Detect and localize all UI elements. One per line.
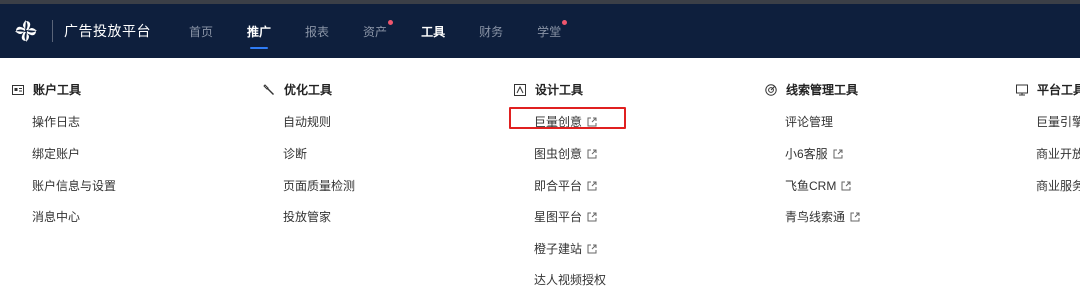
- menu-item-account-settings[interactable]: 账户信息与设置: [32, 177, 116, 194]
- nav-tab-finance[interactable]: 财务: [479, 4, 503, 58]
- menu-item-feiyu-crm[interactable]: 飞鱼CRM: [785, 177, 851, 194]
- notification-dot: [388, 20, 394, 25]
- nav-tab-label: 财务: [479, 24, 504, 39]
- menu-item-label: 飞鱼CRM: [785, 179, 837, 193]
- menu-item-delivery-manager[interactable]: 投放管家: [283, 208, 331, 225]
- column-title-label: 线索管理工具: [786, 83, 859, 97]
- menu-item-comment-management[interactable]: 评论管理: [785, 113, 833, 130]
- menu-item-label: 即合平台: [534, 179, 583, 193]
- column-title-label: 优化工具: [284, 83, 333, 97]
- nav-tab-assets[interactable]: 资产: [363, 4, 394, 58]
- external-link-icon: [587, 149, 597, 159]
- menu-item-label: 巨量引擎: [1036, 115, 1080, 129]
- menu-item-label: 投放管家: [283, 210, 332, 224]
- menu-item-label: 商业开放: [1036, 147, 1080, 161]
- column-title: 平台工具: [1016, 81, 1080, 98]
- id-card-icon: [12, 84, 24, 96]
- column-title: 线索管理工具: [765, 81, 858, 98]
- column-title-label: 平台工具: [1037, 83, 1080, 97]
- menu-item-page-quality-check[interactable]: 页面质量检测: [283, 177, 355, 194]
- column-title: 设计工具: [514, 81, 583, 98]
- menu-item-label: 页面质量检测: [283, 179, 356, 193]
- menu-item-label: 青鸟线索通: [785, 210, 846, 224]
- external-link-icon: [833, 149, 843, 159]
- nav-tab-academy[interactable]: 学堂: [537, 4, 568, 58]
- menu-item-message-center[interactable]: 消息中心: [32, 208, 80, 225]
- menu-item-qingniao-leads[interactable]: 青鸟线索通: [785, 208, 860, 225]
- nav-tab-label: 资产: [363, 24, 388, 39]
- menu-item-label: 账户信息与设置: [32, 179, 117, 193]
- menu-item-label: 橙子建站: [534, 242, 583, 256]
- menu-item-ocean-engine[interactable]: 巨量引擎: [1036, 113, 1080, 130]
- tools-dropdown-menu: 账户工具 操作日志 绑定账户 账户信息与设置 消息中心 优化工具 自动规则 诊断…: [0, 58, 1080, 293]
- nav-tab-label: 推广: [247, 24, 272, 39]
- nav-tab-label: 学堂: [537, 24, 562, 39]
- nav-tab-promotion[interactable]: 推广: [247, 4, 271, 58]
- top-navigation-bar: 广告投放平台 首页 推广 报表 资产 工具 财务 学堂: [0, 4, 1080, 58]
- brand-title: 广告投放平台: [64, 23, 151, 39]
- design-icon: [514, 83, 526, 96]
- column-title-label: 账户工具: [33, 83, 82, 97]
- menu-item-operation-log[interactable]: 操作日志: [32, 113, 80, 130]
- nav-tab-label: 工具: [421, 24, 446, 39]
- monitor-icon: [1016, 84, 1028, 96]
- wrench-icon: [263, 83, 275, 96]
- nav-tab-home[interactable]: 首页: [189, 4, 213, 58]
- menu-item-jihe-platform[interactable]: 即合平台: [534, 177, 597, 194]
- menu-item-label: 达人视频授权: [534, 273, 607, 287]
- column-title: 账户工具: [12, 81, 81, 98]
- menu-item-label: 星图平台: [534, 210, 583, 224]
- target-icon: [765, 83, 777, 96]
- menu-item-label: 诊断: [283, 147, 308, 161]
- menu-item-xiao6-customer-service[interactable]: 小6客服: [785, 145, 843, 162]
- menu-item-creator-video-authorization[interactable]: 达人视频授权: [534, 271, 606, 288]
- menu-item-tuchong-creative[interactable]: 图虫创意: [534, 145, 597, 162]
- menu-item-business-service[interactable]: 商业服务: [1036, 177, 1080, 194]
- external-link-icon: [841, 181, 851, 191]
- menu-item-bind-account[interactable]: 绑定账户: [32, 145, 80, 162]
- nav-tab-tools[interactable]: 工具: [421, 4, 445, 58]
- menu-item-label: 绑定账户: [32, 147, 81, 161]
- column-title-label: 设计工具: [535, 83, 584, 97]
- menu-column-platform-tools: 平台工具 巨量引擎 商业开放 商业服务: [1016, 58, 1080, 293]
- external-link-icon: [587, 244, 597, 254]
- menu-item-label: 小6客服: [785, 147, 828, 161]
- notification-dot: [562, 20, 568, 25]
- external-link-icon: [587, 212, 597, 222]
- external-link-icon: [850, 212, 860, 222]
- nav-tab-label: 首页: [189, 24, 214, 39]
- menu-item-chengzi-site-builder[interactable]: 橙子建站: [534, 240, 597, 257]
- nav-tab-label: 报表: [305, 24, 330, 39]
- column-title: 优化工具: [263, 81, 332, 98]
- external-link-icon: [587, 181, 597, 191]
- highlight-box: [509, 107, 626, 129]
- menu-item-label: 评论管理: [785, 115, 834, 129]
- brand-logo-icon[interactable]: [9, 14, 43, 48]
- active-tab-indicator: [250, 47, 269, 49]
- menu-item-diagnosis[interactable]: 诊断: [283, 145, 307, 162]
- brand-divider: [52, 20, 53, 42]
- menu-item-label: 图虫创意: [534, 147, 583, 161]
- menu-item-xingtu-platform[interactable]: 星图平台: [534, 208, 597, 225]
- menu-item-label: 操作日志: [32, 115, 81, 129]
- menu-item-business-open[interactable]: 商业开放: [1036, 145, 1080, 162]
- menu-item-label: 消息中心: [32, 210, 81, 224]
- menu-item-auto-rules[interactable]: 自动规则: [283, 113, 331, 130]
- nav-tab-reports[interactable]: 报表: [305, 4, 329, 58]
- menu-item-label: 商业服务: [1036, 179, 1080, 193]
- menu-item-label: 自动规则: [283, 115, 332, 129]
